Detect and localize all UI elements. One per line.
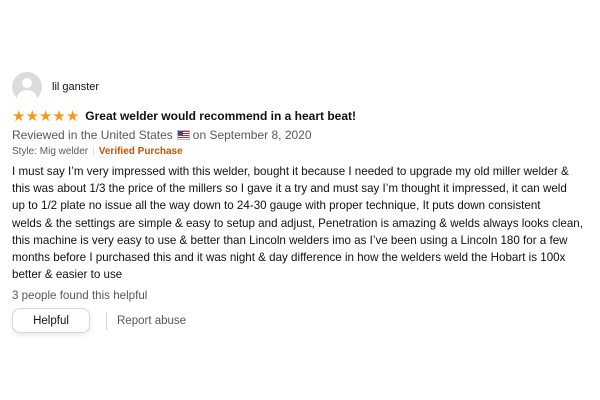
review-body: I must say I’m very impressed with this … [12, 165, 583, 282]
star-icon: ★ [25, 107, 39, 125]
us-flag-icon [176, 130, 190, 140]
review-actions: Helpful Report abuse [12, 308, 590, 334]
helpful-button[interactable]: Helpful [12, 308, 90, 334]
reviewed-date-text: on September 8, 2020 [192, 128, 312, 142]
helpful-count: 3 people found this helpful [12, 289, 148, 303]
review-title[interactable]: Great welder would recommend in a heart … [85, 109, 356, 123]
star-icon: ★ [65, 107, 80, 125]
reviewed-location-text: Reviewed in the United States [12, 128, 173, 142]
review-date: Reviewed in the United States on Septemb… [12, 127, 590, 143]
meta-divider: | [92, 146, 95, 157]
reviewer-profile[interactable]: lil ganster [12, 72, 590, 102]
review-meta: Style: Mig welder | Verified Purchase [12, 145, 590, 159]
star-icon: ★ [52, 107, 66, 125]
report-abuse-link[interactable]: Report abuse [117, 315, 186, 327]
star-icon: ★ [38, 107, 53, 125]
reviewer-name[interactable]: lil ganster [52, 81, 99, 93]
star-icon: ★ [12, 107, 26, 125]
verified-purchase-badge: Verified Purchase [98, 146, 183, 157]
customer-review: lil ganster ★ ★ ★ ★ ★ Great welder would… [12, 72, 590, 334]
avatar[interactable] [12, 72, 42, 102]
style-variant[interactable]: Style: Mig welder [12, 146, 88, 157]
review-title-row: ★ ★ ★ ★ ★ Great welder would recommend i… [12, 108, 590, 124]
avatar-shoulders-shape [17, 90, 37, 102]
star-rating[interactable]: ★ ★ ★ ★ ★ [12, 107, 80, 125]
action-divider [106, 311, 107, 330]
avatar-head-shape [22, 78, 32, 88]
